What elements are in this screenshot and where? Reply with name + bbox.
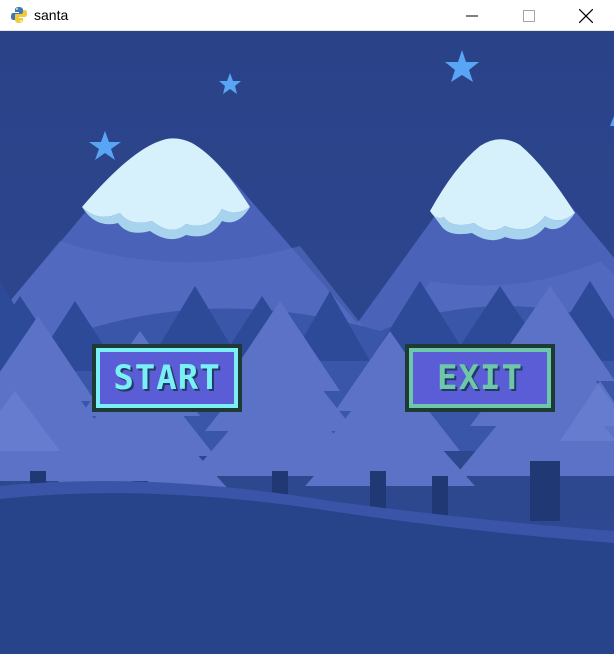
- maximize-icon: [522, 9, 535, 22]
- scene-background: [0, 31, 614, 654]
- close-button[interactable]: [557, 0, 614, 31]
- start-button-label: START: [96, 348, 238, 408]
- minimize-icon: [465, 15, 478, 16]
- window-titlebar: santa: [0, 0, 614, 31]
- close-icon: [578, 8, 593, 23]
- maximize-button[interactable]: [500, 0, 557, 31]
- exit-button-label: EXIT: [409, 348, 551, 408]
- minimize-button[interactable]: [443, 0, 500, 31]
- window-controls: [443, 0, 614, 31]
- python-icon: [10, 6, 28, 24]
- exit-button[interactable]: EXIT: [405, 344, 555, 412]
- window-title: santa: [34, 7, 69, 23]
- start-button[interactable]: START: [92, 344, 242, 412]
- game-canvas[interactable]: START EXIT: [0, 31, 614, 654]
